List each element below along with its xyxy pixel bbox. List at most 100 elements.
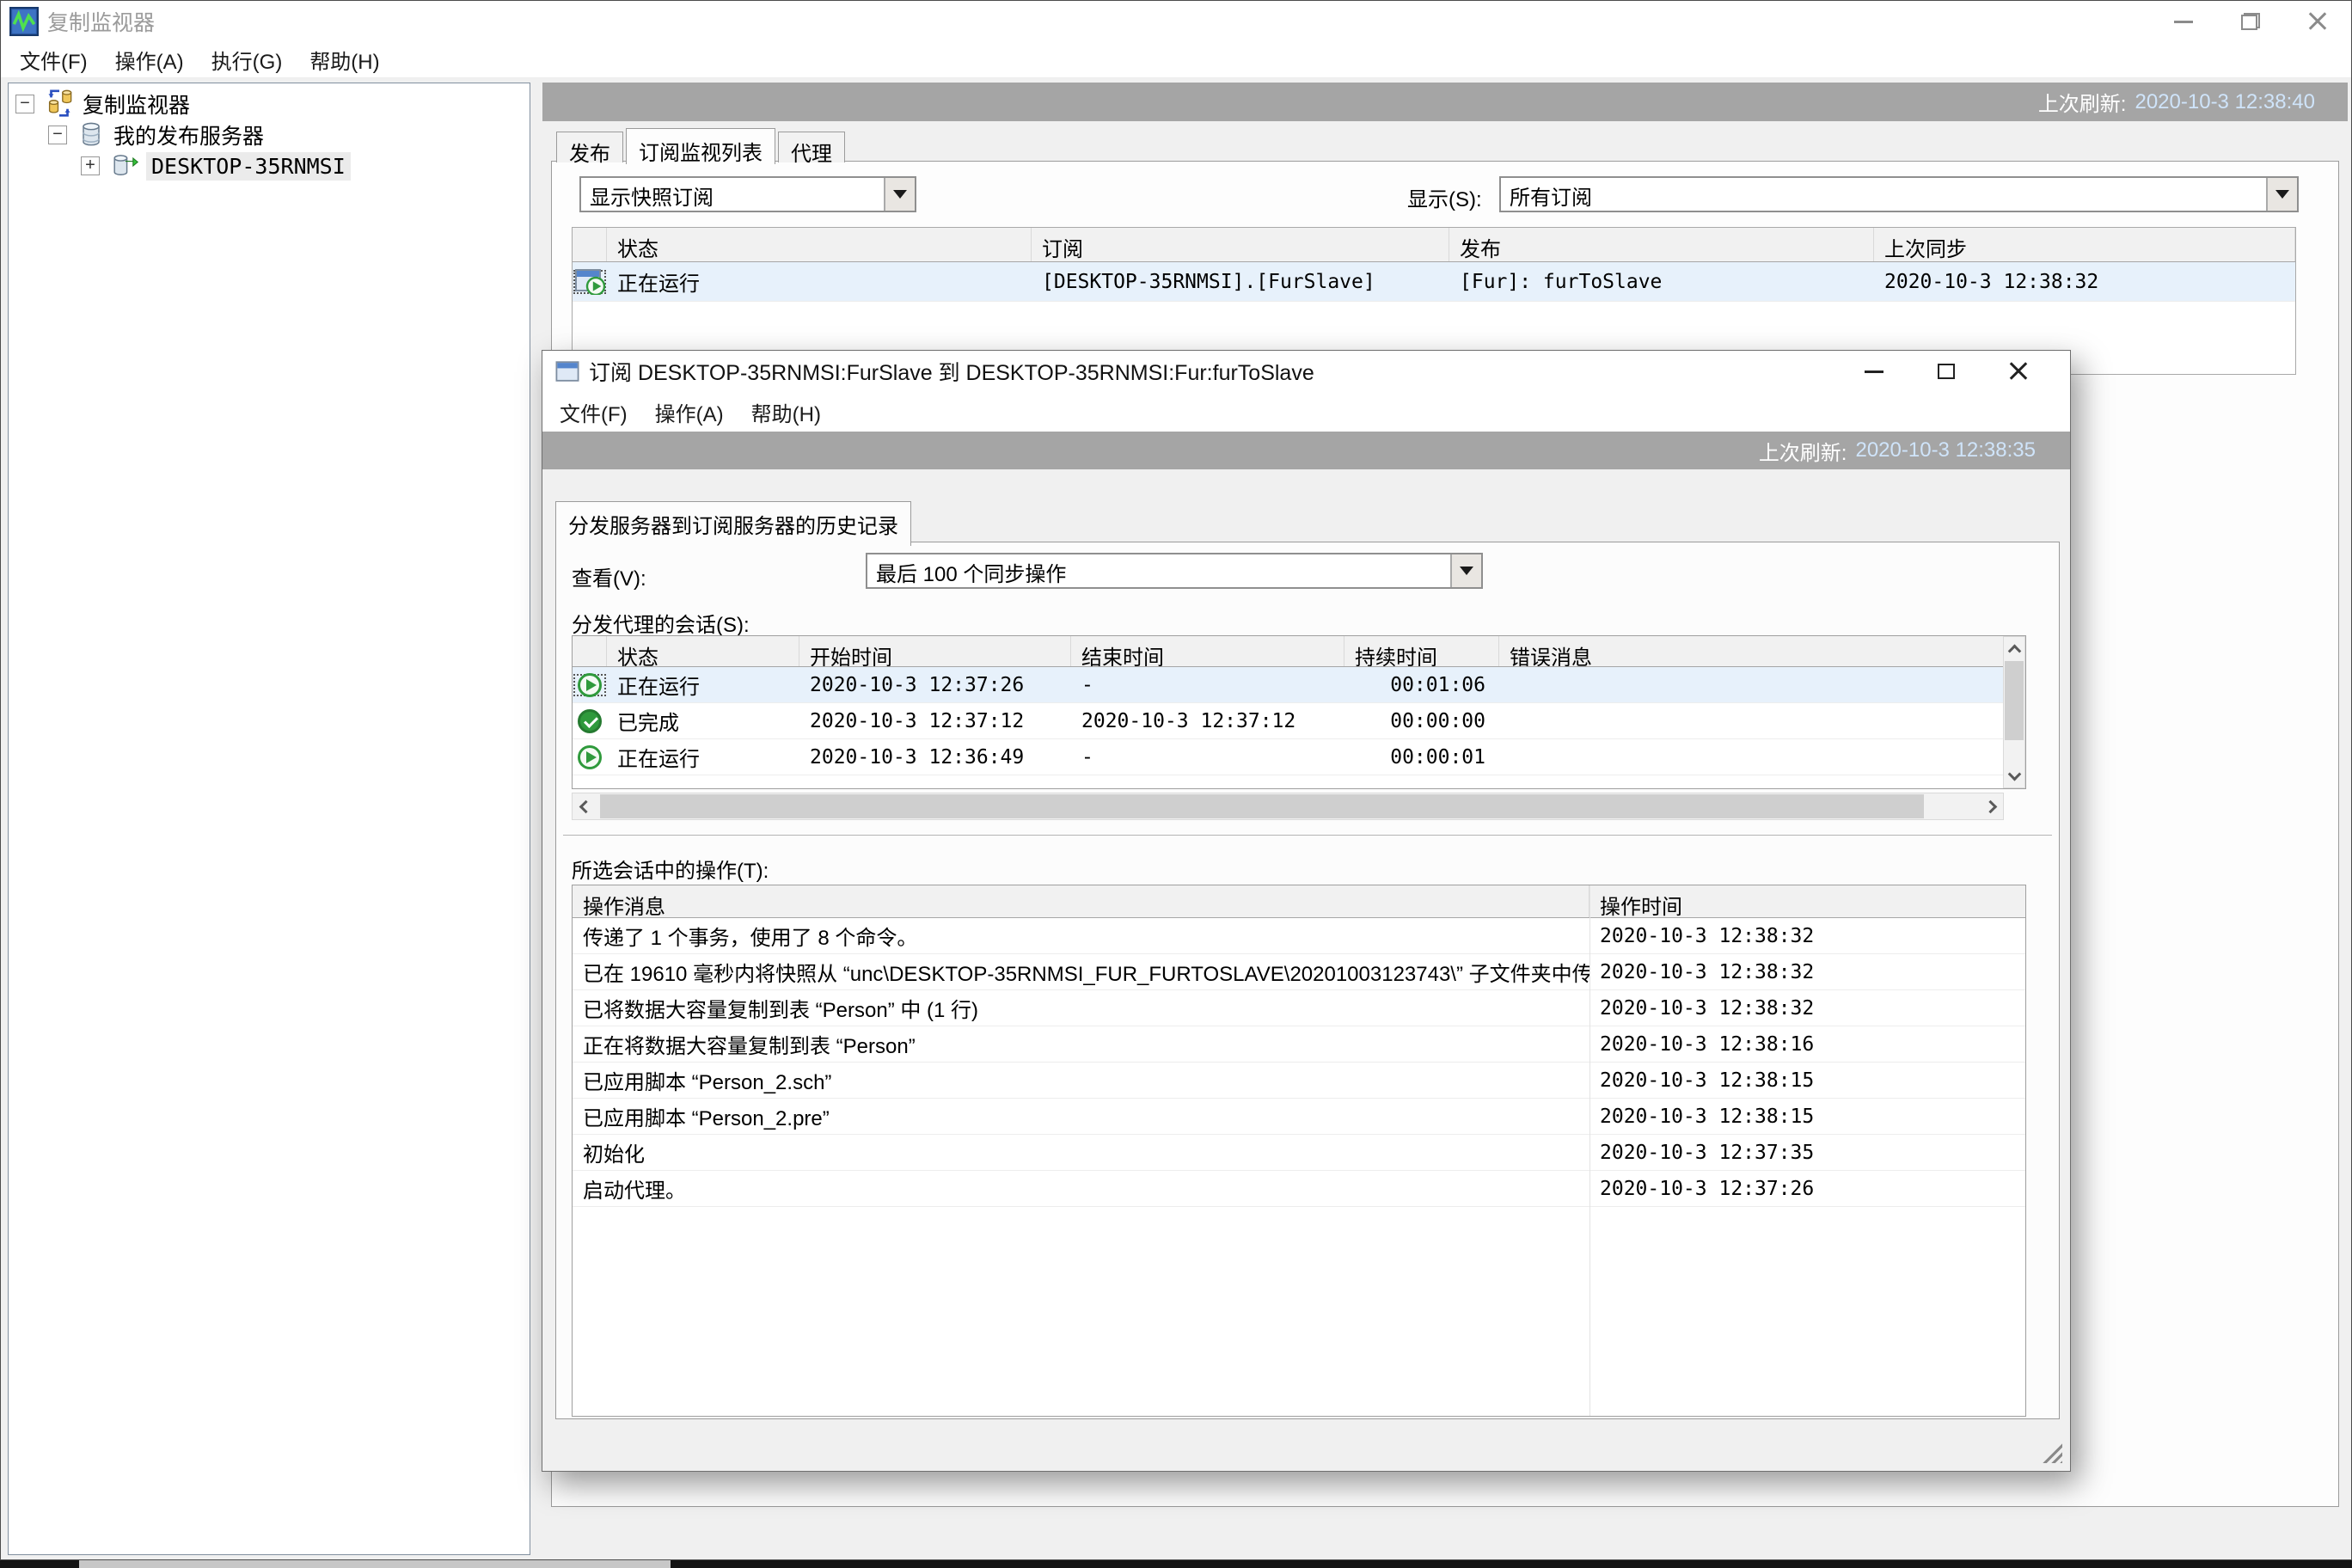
show-subscriptions-dropdown[interactable]: 所有订阅	[1499, 176, 2299, 212]
column-header-icon[interactable]	[573, 228, 607, 261]
chevron-down-icon[interactable]	[2266, 178, 2297, 211]
column-header-error-message[interactable]: 错误消息	[1499, 636, 2005, 666]
close-icon	[2009, 362, 2028, 381]
chevron-down-icon[interactable]	[1450, 554, 1481, 587]
tree-item-my-publishers[interactable]: − 我的发布服务器	[48, 119, 264, 150]
session-status-icon-cell[interactable]	[573, 709, 607, 733]
action-time: 2020-10-3 12:38:32	[1589, 961, 2025, 983]
tab-agents[interactable]: 代理	[778, 132, 845, 162]
caption-buttons	[2150, 1, 2351, 42]
menu-item[interactable]: 操作(A)	[641, 397, 738, 427]
action-row[interactable]: 正在将数据大容量复制到表 “Person” 2020-10-3 12:38:16	[573, 1026, 2025, 1063]
column-header-end-time[interactable]: 结束时间	[1071, 636, 1344, 666]
action-time: 2020-10-3 12:38:32	[1589, 997, 2025, 1020]
menu-item[interactable]: 操作(A)	[101, 45, 198, 75]
tab-subscription-watch-list[interactable]: 订阅监视列表	[626, 128, 775, 164]
action-message: 已将数据大容量复制到表 “Person” 中 (1 行)	[573, 993, 1589, 1023]
column-header-subscription[interactable]: 订阅	[1032, 228, 1449, 261]
tab-publications[interactable]: 发布	[556, 132, 623, 162]
column-header-duration[interactable]: 持续时间	[1344, 636, 1499, 666]
view-sync-operations-dropdown[interactable]: 最后 100 个同步操作	[866, 553, 1483, 589]
action-row[interactable]: 已将数据大容量复制到表 “Person” 中 (1 行) 2020-10-3 1…	[573, 990, 2025, 1026]
scroll-up-arrow[interactable]	[2004, 637, 2024, 659]
session-row[interactable]: 正在运行 2020-10-3 12:37:26 - 00:01:06	[573, 667, 2005, 703]
menu-item[interactable]: 执行(G)	[198, 45, 297, 75]
dialog-caption-buttons	[1838, 351, 2055, 392]
action-row[interactable]: 已应用脚本 “Person_2.sch” 2020-10-3 12:38:15	[573, 1063, 2025, 1099]
session-row[interactable]: 已完成 2020-10-3 12:37:12 2020-10-3 12:37:1…	[573, 703, 2005, 739]
dialog-menubar: 文件(F)操作(A)帮助(H)	[542, 392, 2070, 432]
action-time: 2020-10-3 12:38:15	[1589, 1069, 2025, 1092]
app-icon	[9, 7, 39, 36]
snapshot-filter-dropdown[interactable]: 显示快照订阅	[579, 176, 916, 212]
show-label: 显示(S):	[1407, 182, 1482, 212]
column-header-status[interactable]: 状态	[607, 228, 1032, 261]
collapse-icon[interactable]: −	[15, 95, 34, 113]
resize-grip[interactable]	[2042, 1442, 2062, 1463]
expand-icon[interactable]: +	[81, 156, 100, 175]
close-button[interactable]	[2284, 1, 2351, 42]
column-header-status[interactable]: 状态	[607, 636, 799, 666]
action-time: 2020-10-3 12:38:32	[1589, 925, 2025, 947]
scroll-right-arrow[interactable]	[1977, 793, 2003, 819]
column-header-start-time[interactable]: 开始时间	[799, 636, 1071, 666]
menu-item[interactable]: 文件(F)	[546, 397, 641, 427]
publisher-server-icon	[76, 119, 107, 150]
menu-item[interactable]: 帮助(H)	[296, 45, 393, 75]
sessions-label: 分发代理的会话(S):	[572, 608, 750, 638]
column-header-icon[interactable]	[573, 636, 607, 666]
session-row[interactable]: 正在运行 2020-10-3 12:36:49 - 00:00:01	[573, 739, 2005, 775]
tree-label: 我的发布服务器	[113, 119, 264, 150]
dialog-maximize-button[interactable]	[1910, 351, 1982, 392]
dialog-close-button[interactable]	[1982, 351, 2055, 392]
subscription-row[interactable]: 正在运行 [DESKTOP-35RNMSI].[FurSlave] [Fur]:…	[573, 262, 2295, 302]
column-header-action-time[interactable]: 操作时间	[1589, 885, 2025, 917]
action-row[interactable]: 启动代理。 2020-10-3 12:37:26	[573, 1171, 2025, 1207]
column-header-last-sync[interactable]: 上次同步	[1874, 228, 2295, 261]
sessions-horizontal-scrollbar[interactable]	[572, 793, 2004, 820]
session-status-icon-cell[interactable]	[573, 745, 607, 769]
view-sync-operations-value: 最后 100 个同步操作	[867, 554, 1450, 587]
restore-button[interactable]	[2217, 1, 2284, 42]
menu-item[interactable]: 文件(F)	[6, 45, 101, 75]
sessions-vertical-scrollbar[interactable]	[2003, 636, 2025, 788]
scrollbar-thumb[interactable]	[2005, 661, 2024, 740]
column-header-publication[interactable]: 发布	[1449, 228, 1874, 261]
sessions-table: 状态 开始时间 结束时间 持续时间 错误消息 正在运行	[572, 635, 2026, 789]
subscription-status-icon-cell[interactable]	[573, 269, 607, 295]
snapshot-filter-value: 显示快照订阅	[581, 178, 884, 211]
action-time: 2020-10-3 12:37:35	[1589, 1142, 2025, 1164]
refresh-time: 2020-10-3 12:38:35	[1855, 438, 2036, 462]
action-time: 2020-10-3 12:38:16	[1589, 1033, 2025, 1056]
scroll-down-arrow[interactable]	[2004, 765, 2024, 787]
column-header-action-message[interactable]: 操作消息	[573, 885, 1589, 917]
close-icon	[2308, 12, 2327, 31]
tree-item-desktop-35rnmsi[interactable]: + DESKTOP-35RNMSI	[81, 150, 351, 181]
collapse-icon[interactable]: −	[48, 126, 67, 144]
action-row[interactable]: 已应用脚本 “Person_2.pre” 2020-10-3 12:38:15	[573, 1099, 2025, 1135]
session-start-time: 2020-10-3 12:37:26	[799, 674, 1071, 696]
session-duration: 00:00:00	[1344, 710, 1499, 732]
minimize-button[interactable]	[2150, 1, 2217, 42]
dialog-minimize-button[interactable]	[1838, 351, 1910, 392]
last-sync-time: 2020-10-3 12:38:32	[1874, 271, 2295, 293]
minimize-icon	[1865, 371, 1883, 373]
refresh-status-bar: 上次刷新: 2020-10-3 12:38:40	[542, 83, 2348, 121]
scroll-left-arrow[interactable]	[573, 793, 598, 819]
dialog-window-icon	[556, 361, 579, 381]
subscription-history-dialog: 订阅 DESKTOP-35RNMSI:FurSlave 到 DESKTOP-35…	[542, 350, 2071, 1472]
subscription-status: 正在运行	[607, 266, 1032, 297]
window-title: 复制监视器	[47, 6, 155, 37]
action-row[interactable]: 已在 19610 毫秒内将快照从 “unc\DESKTOP-35RNMSI_FU…	[573, 954, 2025, 990]
server-tree-panel: − 复制监视器 −	[8, 83, 530, 1555]
action-row[interactable]: 传递了 1 个事务，使用了 8 个命令。 2020-10-3 12:38:32	[573, 918, 2025, 954]
tab-distributor-to-subscriber-history[interactable]: 分发服务器到订阅服务器的历史记录	[555, 501, 911, 546]
actions-table-header: 操作消息 操作时间	[573, 885, 2025, 918]
session-status: 已完成	[607, 706, 799, 736]
menu-item[interactable]: 帮助(H)	[738, 397, 835, 427]
session-status-icon-cell[interactable]	[573, 673, 607, 697]
scrollbar-thumb[interactable]	[600, 794, 1924, 818]
tree-item-replication-monitor[interactable]: − 复制监视器	[15, 89, 190, 119]
chevron-down-icon[interactable]	[884, 178, 915, 211]
action-row[interactable]: 初始化 2020-10-3 12:37:35	[573, 1135, 2025, 1171]
